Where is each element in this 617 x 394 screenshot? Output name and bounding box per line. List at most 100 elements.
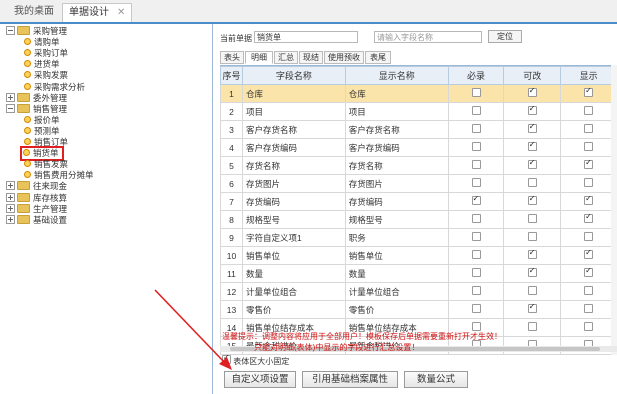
- table-row[interactable]: 13 零售价 零售价: [220, 300, 617, 319]
- tree-item[interactable]: 预测单: [24, 126, 60, 137]
- tree-item[interactable]: 采购发票: [24, 70, 68, 81]
- checkbox[interactable]: [527, 266, 537, 277]
- vertical-scrollbar[interactable]: [611, 65, 617, 355]
- checkbox[interactable]: [584, 194, 594, 205]
- close-icon[interactable]: ✕: [117, 7, 125, 18]
- tree-item[interactable]: 销售发票: [24, 159, 68, 170]
- checkbox[interactable]: [527, 194, 537, 205]
- fixed-size-option[interactable]: 表体区大小固定: [222, 353, 289, 367]
- checkbox[interactable]: [471, 88, 481, 97]
- checkbox[interactable]: [584, 304, 594, 313]
- tree-folder[interactable]: 基础设置: [6, 214, 67, 226]
- checkbox[interactable]: [471, 142, 481, 151]
- expand-icon[interactable]: [6, 214, 15, 224]
- table-row[interactable]: 12 计量单位组合 计量单位组合: [220, 282, 617, 301]
- checkbox[interactable]: [584, 106, 594, 115]
- subtab[interactable]: 表头: [220, 51, 244, 64]
- checkbox[interactable]: [584, 286, 594, 295]
- tree-item[interactable]: 销售费用分摊单: [24, 170, 94, 181]
- checkbox[interactable]: [527, 232, 537, 241]
- subtab[interactable]: 汇总: [274, 51, 298, 64]
- tree-item[interactable]: 采购订单: [24, 48, 68, 59]
- fixed-size-checkbox[interactable]: [222, 353, 231, 364]
- table-row[interactable]: 6 存货图片 存货图片: [220, 174, 617, 193]
- tree-folder[interactable]: 库存核算: [6, 192, 67, 204]
- checkbox[interactable]: [584, 86, 594, 97]
- checkbox[interactable]: [584, 248, 594, 259]
- splitter[interactable]: [212, 24, 213, 394]
- column-header[interactable]: 必录: [447, 66, 505, 85]
- checkbox[interactable]: [471, 268, 481, 277]
- tree-folder[interactable]: 生产管理: [6, 203, 67, 215]
- checkbox[interactable]: [527, 158, 537, 169]
- checkbox[interactable]: [471, 322, 481, 331]
- checkbox[interactable]: [471, 194, 481, 205]
- checkbox[interactable]: [471, 304, 481, 313]
- expand-icon[interactable]: [6, 181, 15, 191]
- checkbox[interactable]: [527, 214, 537, 223]
- checkbox[interactable]: [527, 178, 537, 187]
- collapse-icon[interactable]: [6, 103, 15, 113]
- tree-item[interactable]: 报价单: [24, 115, 60, 126]
- checkbox[interactable]: [527, 104, 537, 115]
- checkbox[interactable]: [584, 212, 594, 223]
- table-row[interactable]: 8 规格型号 规格型号: [220, 210, 617, 229]
- table-row[interactable]: 7 存货编码 存货编码: [220, 192, 617, 211]
- checkbox[interactable]: [584, 124, 594, 133]
- checkbox[interactable]: [471, 250, 481, 259]
- tab-desktop[interactable]: 我的桌面: [8, 3, 60, 21]
- subtab[interactable]: 明细: [245, 51, 273, 64]
- custom-field-settings-button[interactable]: 自定义项设置: [224, 371, 296, 388]
- quantity-formula-button[interactable]: 数量公式: [404, 371, 468, 388]
- subtab[interactable]: 表尾: [365, 51, 391, 64]
- column-header[interactable]: 可改: [503, 66, 562, 85]
- checkbox[interactable]: [527, 286, 537, 295]
- checkbox[interactable]: [584, 178, 594, 187]
- checkbox[interactable]: [584, 266, 594, 277]
- current-doc-field[interactable]: 销货单: [254, 31, 358, 43]
- tree-folder[interactable]: 往来现金: [6, 181, 67, 192]
- locate-button[interactable]: 定位: [488, 30, 522, 43]
- expand-icon[interactable]: [6, 92, 15, 102]
- table-row[interactable]: 9 字符自定义项1 职务: [220, 228, 617, 247]
- checkbox[interactable]: [527, 140, 537, 151]
- checkbox[interactable]: [471, 232, 481, 241]
- checkbox[interactable]: [584, 322, 594, 331]
- checkbox[interactable]: [471, 286, 481, 295]
- collapse-icon[interactable]: [6, 26, 15, 35]
- checkbox[interactable]: [471, 160, 481, 169]
- checkbox[interactable]: [527, 248, 537, 259]
- column-header[interactable]: 序号: [220, 66, 243, 85]
- tree-item[interactable]: 进货单: [24, 59, 60, 70]
- reference-archive-attributes-button[interactable]: 引用基础档案属性: [302, 371, 398, 388]
- tab-document-design[interactable]: 单据设计 ✕: [62, 3, 133, 22]
- checkbox[interactable]: [584, 232, 594, 241]
- table-row[interactable]: 3 客户存货名称 客户存货名称: [220, 120, 617, 139]
- tree-folder[interactable]: 销售管理: [6, 103, 67, 115]
- table-row[interactable]: 10 销售单位 销售单位: [220, 246, 617, 265]
- checkbox[interactable]: [527, 122, 537, 133]
- checkbox[interactable]: [471, 214, 481, 223]
- checkbox[interactable]: [527, 86, 537, 97]
- subtab[interactable]: 使用预收: [324, 51, 364, 64]
- subtab[interactable]: 现结: [299, 51, 323, 64]
- checkbox[interactable]: [471, 124, 481, 133]
- expand-icon[interactable]: [6, 192, 15, 202]
- expand-icon[interactable]: [6, 203, 15, 213]
- table-row[interactable]: 4 客户存货编码 客户存货编码: [220, 138, 617, 157]
- checkbox[interactable]: [471, 106, 481, 115]
- column-header[interactable]: 字段名称: [241, 66, 346, 85]
- checkbox[interactable]: [527, 302, 537, 313]
- checkbox[interactable]: [584, 142, 594, 151]
- search-input[interactable]: 请输入字段名称: [374, 31, 482, 43]
- checkbox[interactable]: [527, 322, 537, 331]
- checkbox[interactable]: [471, 178, 481, 187]
- column-header[interactable]: 显示: [560, 66, 617, 85]
- tree-folder[interactable]: 委外管理: [6, 92, 67, 104]
- tree-item[interactable]: 请购单: [24, 37, 60, 48]
- tree-folder[interactable]: 采购管理: [6, 26, 67, 37]
- table-row[interactable]: 5 存货名称 存货名称: [220, 156, 617, 175]
- table-row[interactable]: 11 数量 数量: [220, 264, 617, 283]
- tree-item[interactable]: 采购需求分析: [24, 82, 85, 93]
- checkbox[interactable]: [584, 158, 594, 169]
